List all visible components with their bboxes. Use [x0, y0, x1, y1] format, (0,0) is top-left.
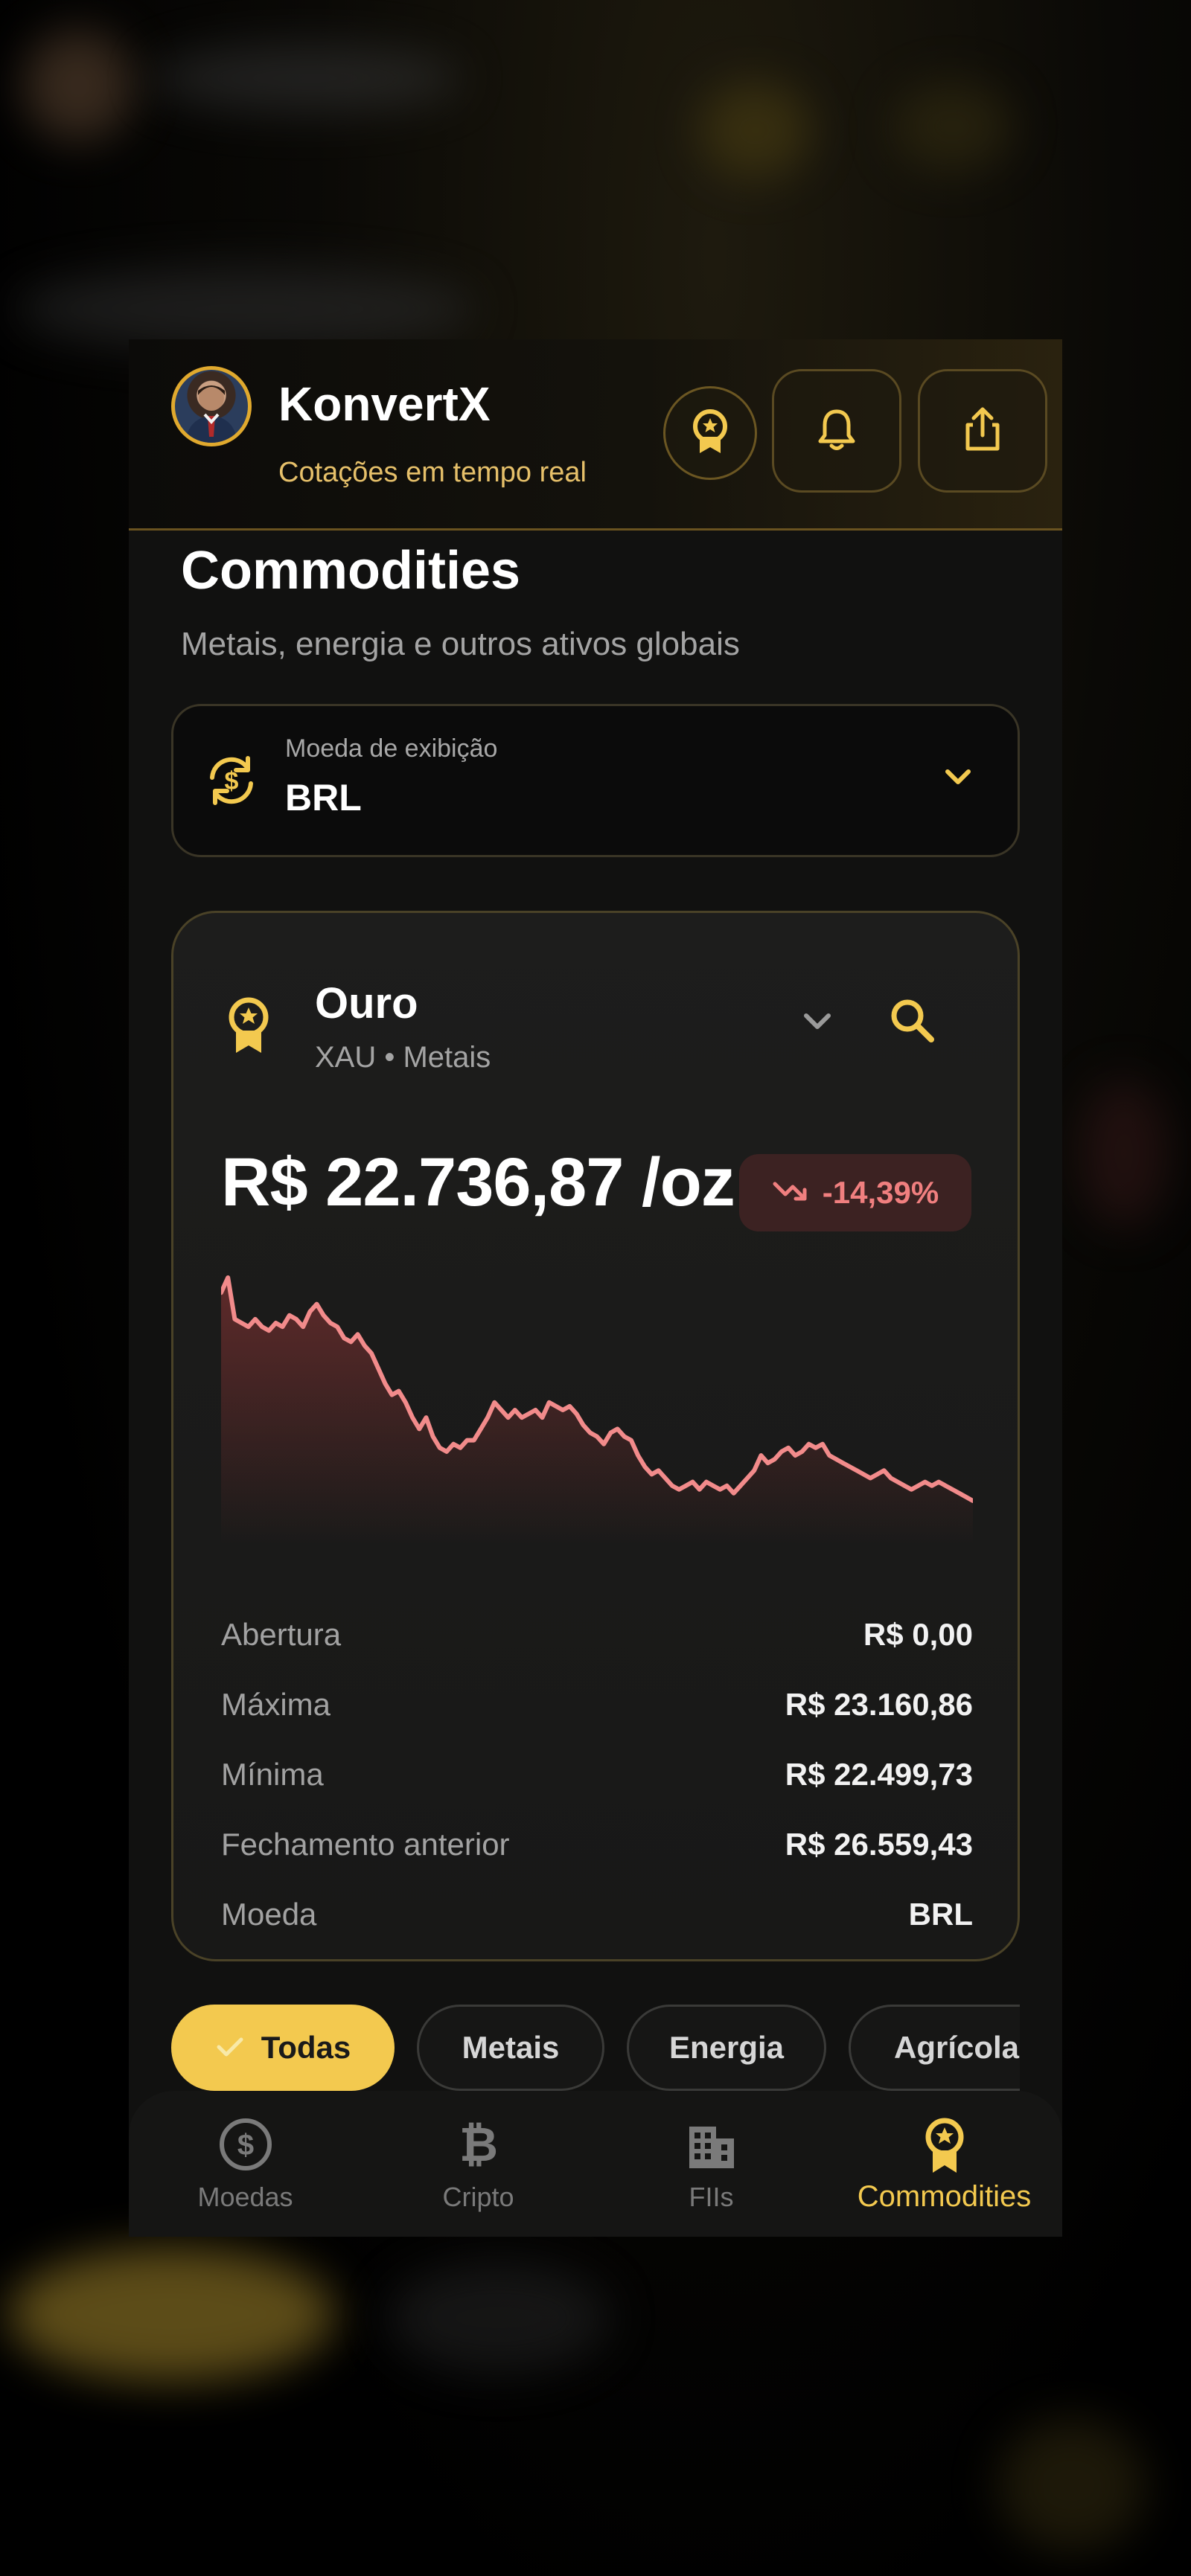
filter-chip-energia[interactable]: Energia: [627, 2005, 826, 2091]
chevron-down-icon: [942, 766, 974, 792]
stat-value-high: R$ 23.160,86: [785, 1687, 973, 1722]
bitcoin-icon: ₿: [450, 2116, 507, 2176]
stat-value-currency: BRL: [908, 1897, 973, 1932]
share-icon: [962, 406, 1003, 457]
svg-text:$: $: [237, 2129, 253, 2162]
stat-label-low: Mínima: [221, 1757, 324, 1792]
stat-label-currency: Moeda: [221, 1897, 317, 1932]
stat-label-prev-close: Fechamento anterior: [221, 1827, 510, 1862]
asset-price: R$ 22.736,87 /oz: [221, 1144, 735, 1220]
svg-text:$: $: [225, 767, 239, 795]
app-header: KonvertX Cotações em tempo real: [129, 339, 1062, 531]
stat-row: Fechamento anterior R$ 26.559,43: [221, 1827, 973, 1871]
app-subtitle: Cotações em tempo real: [278, 457, 587, 488]
stat-row: Moeda BRL: [221, 1897, 973, 1941]
tab-commodities[interactable]: Commodities: [828, 2091, 1061, 2237]
stat-value-low: R$ 22.499,73: [785, 1757, 973, 1792]
currency-value: BRL: [285, 777, 362, 818]
asset-subtitle: XAU • Metais: [315, 1041, 491, 1074]
expand-chevron-icon[interactable]: [799, 1008, 836, 1037]
medal-icon: [921, 2116, 968, 2179]
stat-value-open: R$ 0,00: [863, 1617, 973, 1652]
avatar[interactable]: [171, 366, 252, 446]
change-value: -14,39%: [822, 1175, 939, 1210]
app-window: KonvertX Cotações em tempo real Commodit…: [129, 339, 1062, 2237]
tab-moedas[interactable]: $ Moedas: [129, 2091, 362, 2237]
share-button[interactable]: [918, 369, 1047, 493]
asset-name: Ouro: [315, 979, 418, 1028]
filter-chip-agricolas[interactable]: Agrícolas: [849, 2005, 1020, 2091]
tab-cripto[interactable]: ₿ Cripto: [362, 2091, 595, 2237]
stat-row: Abertura R$ 0,00: [221, 1617, 973, 1662]
currency-label: Moeda de exibição: [285, 734, 498, 763]
page-subtitle: Metais, energia e outros ativos globais: [181, 626, 740, 662]
page-title: Commodities: [181, 541, 521, 600]
filter-chip-todas[interactable]: Todas: [171, 2005, 395, 2091]
filter-chip-metais[interactable]: Metais: [417, 2005, 604, 2091]
trend-down-icon: [772, 1175, 809, 1211]
bell-icon: [817, 407, 857, 455]
filter-chips: Todas Metais Energia Agrícolas: [171, 2005, 1020, 2094]
search-icon[interactable]: [887, 995, 939, 1051]
stat-value-prev-close: R$ 26.559,43: [785, 1827, 973, 1862]
stat-row: Máxima R$ 23.160,86: [221, 1687, 973, 1731]
building-icon: [683, 2116, 740, 2176]
tab-fiis[interactable]: FIIs: [595, 2091, 828, 2237]
bottom-tab-bar: $ Moedas ₿ Cripto FIIs Commodities: [129, 2091, 1062, 2237]
dollar-circle-icon: $: [217, 2116, 274, 2176]
medal-icon: [223, 995, 275, 1060]
medal-button[interactable]: [663, 386, 757, 480]
stat-label-high: Máxima: [221, 1687, 331, 1722]
check-icon: [215, 2030, 245, 2066]
currency-exchange-icon: $: [202, 751, 261, 814]
svg-text:₿: ₿: [459, 2118, 497, 2173]
app-title: KonvertX: [278, 377, 491, 431]
medal-icon: [688, 407, 732, 460]
currency-selector[interactable]: $ Moeda de exibição BRL: [171, 704, 1020, 857]
notifications-button[interactable]: [772, 369, 901, 493]
stat-row: Mínima R$ 22.499,73: [221, 1757, 973, 1801]
chart-area-fill: [221, 1278, 973, 1545]
price-chart: [221, 1275, 973, 1545]
change-badge: -14,39%: [739, 1154, 971, 1231]
stat-label-open: Abertura: [221, 1617, 342, 1652]
asset-card: Ouro XAU • Metais R$ 22.736,87 /oz -14,3…: [171, 911, 1020, 1961]
